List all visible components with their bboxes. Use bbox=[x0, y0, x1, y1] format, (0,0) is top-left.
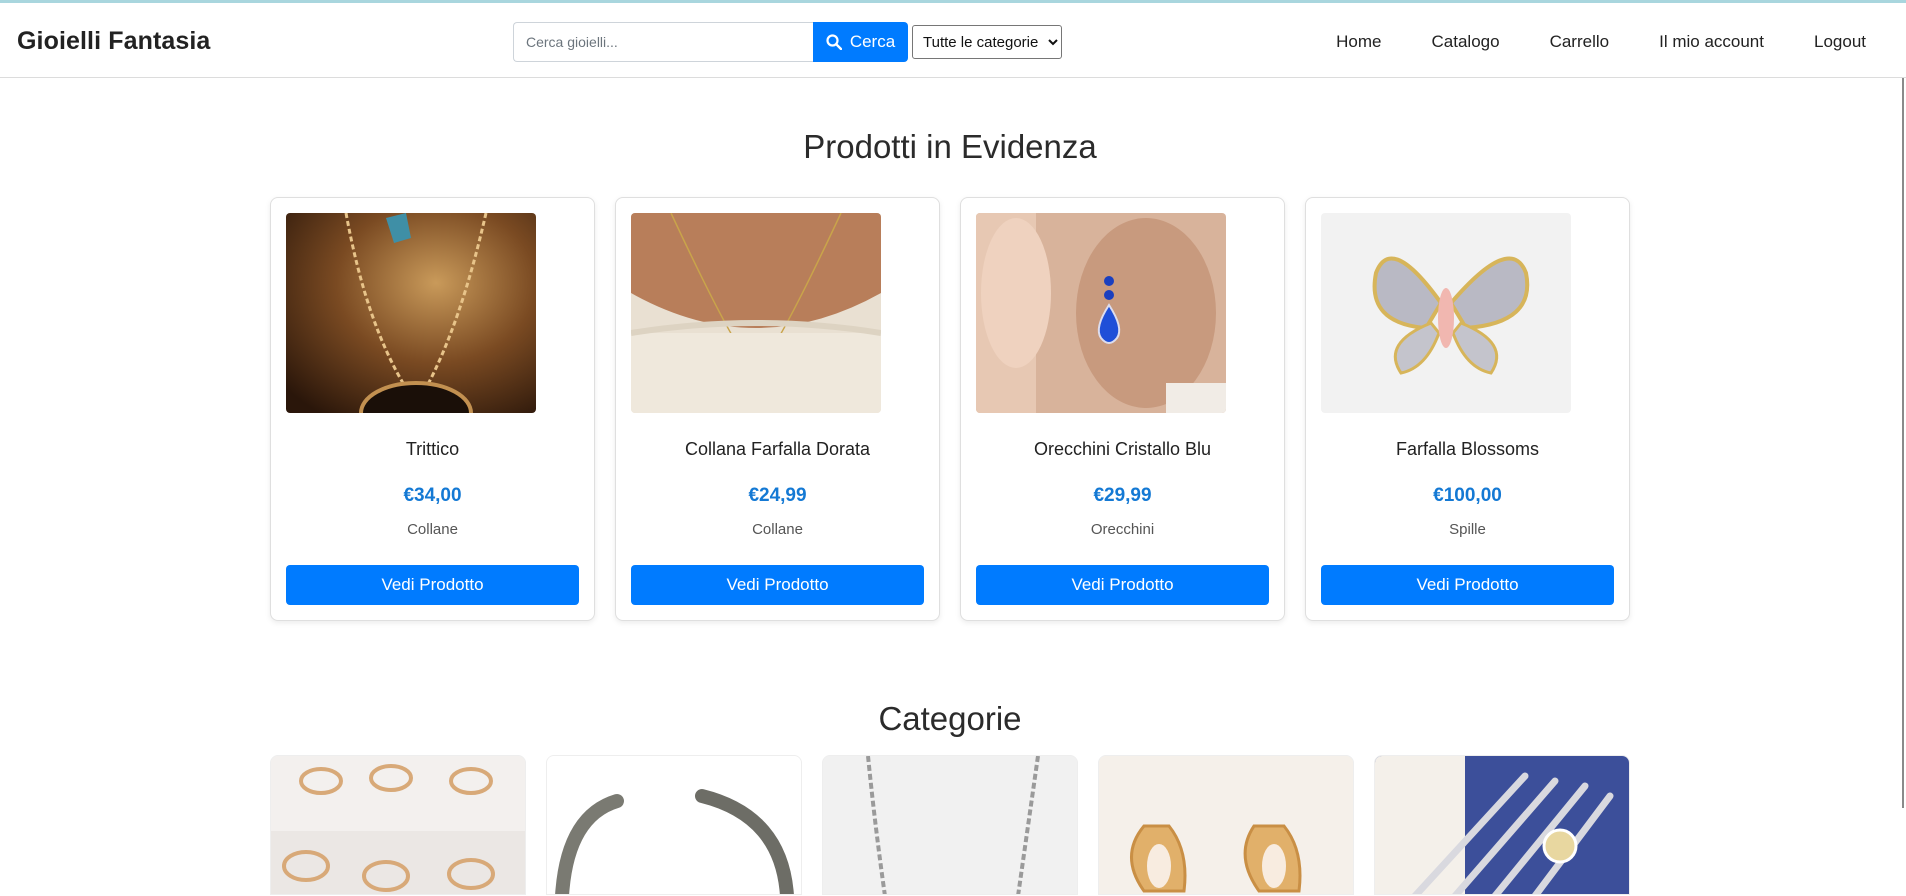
product-card: Collana Farfalla Dorata €24,99 Collane V… bbox=[615, 197, 940, 621]
category-tile-necklaces[interactable] bbox=[822, 755, 1078, 895]
nav-home[interactable]: Home bbox=[1336, 32, 1381, 52]
search-icon bbox=[826, 34, 842, 50]
product-price: €29,99 bbox=[1093, 485, 1152, 506]
view-product-button[interactable]: Vedi Prodotto bbox=[976, 565, 1269, 605]
scrollbar[interactable] bbox=[1902, 78, 1904, 808]
product-image-necklace-pendant[interactable] bbox=[286, 213, 536, 413]
category-tile-brooches[interactable] bbox=[1374, 755, 1630, 895]
product-card: Trittico €34,00 Collane Vedi Prodotto bbox=[270, 197, 595, 621]
search-button-label: Cerca bbox=[849, 32, 896, 51]
product-price: €24,99 bbox=[748, 485, 807, 506]
category-tile-rings[interactable] bbox=[270, 755, 526, 895]
product-image-blue-earrings[interactable] bbox=[976, 213, 1226, 413]
category-tile-bracelets[interactable] bbox=[546, 755, 802, 895]
product-category: Spille bbox=[1449, 521, 1486, 538]
category-tile-earrings[interactable] bbox=[1098, 755, 1354, 895]
product-image-butterfly-brooch[interactable] bbox=[1321, 213, 1571, 413]
product-price: €34,00 bbox=[403, 485, 462, 506]
product-card: Farfalla Blossoms €100,00 Spille Vedi Pr… bbox=[1305, 197, 1630, 621]
product-category: Collane bbox=[407, 521, 458, 538]
product-name: Orecchini Cristallo Blu bbox=[1033, 439, 1212, 459]
product-card: Orecchini Cristallo Blu €29,99 Orecchini… bbox=[960, 197, 1285, 621]
nav-catalog[interactable]: Catalogo bbox=[1432, 32, 1500, 52]
product-category: Orecchini bbox=[1090, 521, 1155, 538]
view-product-button[interactable]: Vedi Prodotto bbox=[631, 565, 924, 605]
nav-cart[interactable]: Carrello bbox=[1550, 32, 1610, 52]
nav-account[interactable]: Il mio account bbox=[1659, 32, 1764, 52]
product-price: €100,00 bbox=[1433, 485, 1502, 506]
search-input[interactable] bbox=[513, 22, 813, 62]
product-name: Farfalla Blossoms bbox=[1395, 439, 1540, 459]
navbar: Gioielli Fantasia Cerca Tutte le categor… bbox=[0, 3, 1906, 78]
nav-logout[interactable]: Logout bbox=[1814, 32, 1866, 52]
search-button[interactable]: Cerca bbox=[813, 22, 908, 62]
brand-logo[interactable]: Gioielli Fantasia bbox=[17, 27, 210, 56]
main-nav: Home Catalogo Carrello Il mio account Lo… bbox=[1336, 32, 1866, 52]
category-select[interactable]: Tutte le categorie bbox=[912, 25, 1062, 59]
product-category: Collane bbox=[752, 521, 803, 538]
product-image-butterfly-necklace[interactable] bbox=[631, 213, 881, 413]
view-product-button[interactable]: Vedi Prodotto bbox=[1321, 565, 1614, 605]
search-form: Cerca Tutte le categorie bbox=[513, 22, 1062, 62]
product-name: Trittico bbox=[405, 439, 460, 459]
featured-title: Prodotti in Evidenza bbox=[803, 128, 1097, 165]
view-product-button[interactable]: Vedi Prodotto bbox=[286, 565, 579, 605]
categories-title: Categorie bbox=[878, 700, 1022, 737]
product-name: Collana Farfalla Dorata bbox=[684, 439, 871, 459]
